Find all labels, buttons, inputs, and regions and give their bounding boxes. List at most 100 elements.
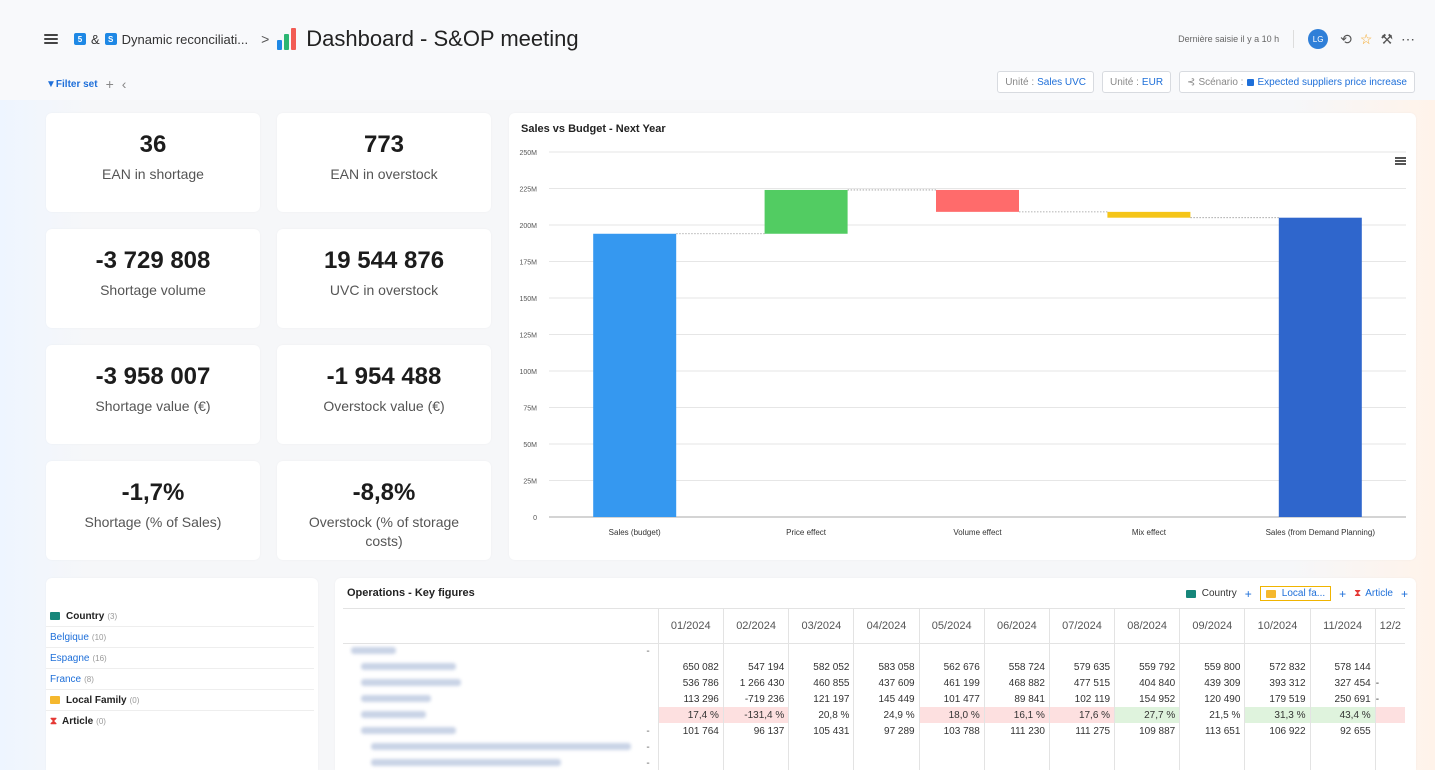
month-header[interactable]: 07/2024: [1048, 609, 1115, 644]
month-header[interactable]: 10/2024: [1244, 609, 1311, 644]
unit-currency-selector[interactable]: Unité : EUR: [1102, 71, 1172, 93]
dimension-label: Local Family: [66, 694, 127, 706]
pivot-article-chip[interactable]: ⧗ Article: [1354, 588, 1393, 599]
star-icon[interactable]: ☆: [1360, 31, 1373, 48]
scenario-selector[interactable]: ⊰ Scénario : Expected suppliers price in…: [1179, 71, 1415, 93]
table-cell: [853, 643, 920, 659]
month-header[interactable]: 05/2024: [918, 609, 985, 644]
kpi-card: -1,7% Shortage (% of Sales): [46, 461, 260, 560]
table-row[interactable]: 536 786 1 266 430 460 855 437 609 461 199 468…: [343, 675, 1405, 691]
table-cell: [1374, 643, 1405, 659]
dimension-country[interactable]: Country (3): [46, 606, 314, 627]
pivot-family-chip[interactable]: Local fa...: [1259, 586, 1332, 601]
y-tick-label: 200M: [519, 223, 537, 230]
add-filter-icon[interactable]: +: [106, 76, 114, 92]
dimension-article[interactable]: ⧗ Article (0): [46, 711, 314, 732]
table-cell: 17,4 %: [657, 707, 724, 723]
breadcrumb[interactable]: Dynamic reconciliati...: [122, 32, 248, 47]
unit-sales-selector[interactable]: Unité : Sales UVC: [997, 71, 1095, 93]
add-dimension-button[interactable]: +: [1245, 587, 1252, 601]
table-cell: [1179, 643, 1245, 659]
sales-vs-budget-chart: Sales vs Budget - Next Year 0 25M 50M 75M 10…: [509, 113, 1416, 560]
x-category-label: Sales (budget): [609, 528, 661, 537]
table-row[interactable]: -101 764 96 137 105 431 97 289 103 788 111 23…: [343, 723, 1405, 739]
country-count: (16): [92, 653, 107, 663]
table-cell: 327 454: [1309, 675, 1376, 691]
country-icon: [50, 612, 60, 620]
table-cell: 113 296: [657, 691, 724, 707]
country-name: Espagne: [50, 652, 90, 664]
dashboard-icon: [277, 28, 297, 50]
waterfall-bar: [1278, 217, 1362, 517]
month-header[interactable]: 02/2024: [722, 609, 789, 644]
table-cell: 154 952: [1114, 691, 1180, 707]
month-header[interactable]: 09/2024: [1179, 609, 1245, 644]
history-icon[interactable]: ⟲: [1340, 31, 1352, 48]
table-cell: [853, 739, 920, 755]
avatar[interactable]: LG: [1308, 29, 1329, 49]
dimension-local-family[interactable]: Local Family (0): [46, 690, 314, 711]
month-header[interactable]: 11/2024: [1309, 609, 1376, 644]
table-row[interactable]: 17,4 % -131,4 % 20,8 % 24,9 % 18,0 % 16,1 % 17…: [343, 707, 1405, 723]
table-cell: [918, 739, 985, 755]
collapse-icon[interactable]: ‹: [122, 76, 127, 92]
table-cell: 461 199: [918, 675, 985, 691]
y-tick-label: 175M: [519, 260, 537, 267]
kpi-label: Overstock (% of storage costs): [308, 514, 460, 549]
table-cell: 583 058: [853, 659, 920, 675]
kpi-label: Shortage value (€): [95, 398, 211, 414]
month-header[interactable]: 08/2024: [1114, 609, 1180, 644]
list-item[interactable]: Espagne (16): [46, 648, 314, 669]
kpi-label: Shortage volume: [100, 282, 206, 298]
unit-value: EUR: [1141, 76, 1164, 88]
divider: [1293, 30, 1295, 48]
y-tick-label: 150M: [519, 296, 537, 303]
more-icon[interactable]: ⋯: [1401, 31, 1415, 48]
waterfall-bar: [764, 189, 848, 234]
add-dimension-button[interactable]: +: [1339, 587, 1346, 601]
operations-panel: Operations - Key figures Country + Local…: [335, 578, 1416, 770]
x-category-label: Mix effect: [1132, 528, 1167, 537]
month-header[interactable]: 12/2: [1374, 609, 1405, 644]
table-cell: [722, 739, 789, 755]
table-cell: 102 119: [1048, 691, 1115, 707]
month-header[interactable]: 06/2024: [983, 609, 1050, 644]
x-category-label: Price effect: [786, 528, 827, 537]
table-cell: [1048, 643, 1115, 659]
table-cell: [788, 643, 854, 659]
list-item[interactable]: France (8): [46, 669, 314, 690]
table-cell: [657, 643, 724, 659]
kpi-label: Overstock value (€): [323, 398, 445, 414]
filter-set-button[interactable]: ▼Filter set: [46, 79, 98, 90]
app-badge-icon: S: [104, 33, 117, 45]
table-cell: 439 309: [1179, 675, 1245, 691]
panel-title: Operations - Key figures: [347, 587, 475, 599]
unit-label: Unité :: [1005, 76, 1035, 88]
table-cell: 16,1 %: [983, 707, 1050, 723]
kpi-value: -1,7%: [121, 479, 185, 506]
table-cell: 31,3 %: [1244, 707, 1311, 723]
table-cell: 105 431: [788, 723, 854, 739]
month-header[interactable]: 03/2024: [788, 609, 854, 644]
dimension-count: (0): [96, 717, 106, 726]
tools-icon[interactable]: ⚒: [1380, 31, 1393, 48]
list-item[interactable]: Belgique (10): [46, 627, 314, 648]
table-cell: [853, 755, 920, 770]
table-cell: 460 855: [788, 675, 854, 691]
month-header[interactable]: 01/2024: [657, 609, 724, 644]
table-cell: [1048, 755, 1115, 770]
unit-value: Sales UVC: [1037, 76, 1087, 88]
table-cell: [657, 755, 724, 770]
table-body: -650 082 547 194 582 052 583 058 562 676 558 …: [343, 643, 1405, 770]
month-header[interactable]: 04/2024: [853, 609, 920, 644]
menu-icon[interactable]: [44, 34, 58, 44]
add-dimension-button[interactable]: +: [1401, 587, 1408, 601]
table-row[interactable]: 650 082 547 194 582 052 583 058 562 676 558 7…: [343, 659, 1405, 675]
table-cell: 109 887: [1114, 723, 1180, 739]
table-cell: [722, 755, 789, 770]
table-cell: 250 691: [1309, 691, 1376, 707]
pivot-country-chip[interactable]: Country: [1185, 588, 1237, 599]
table-row[interactable]: 113 296 -719 236 121 197 145 449 101 477 89 8…: [343, 691, 1405, 707]
filter-bar: ▼Filter set + ‹: [46, 76, 126, 92]
table-cell: 18,0 %: [918, 707, 985, 723]
